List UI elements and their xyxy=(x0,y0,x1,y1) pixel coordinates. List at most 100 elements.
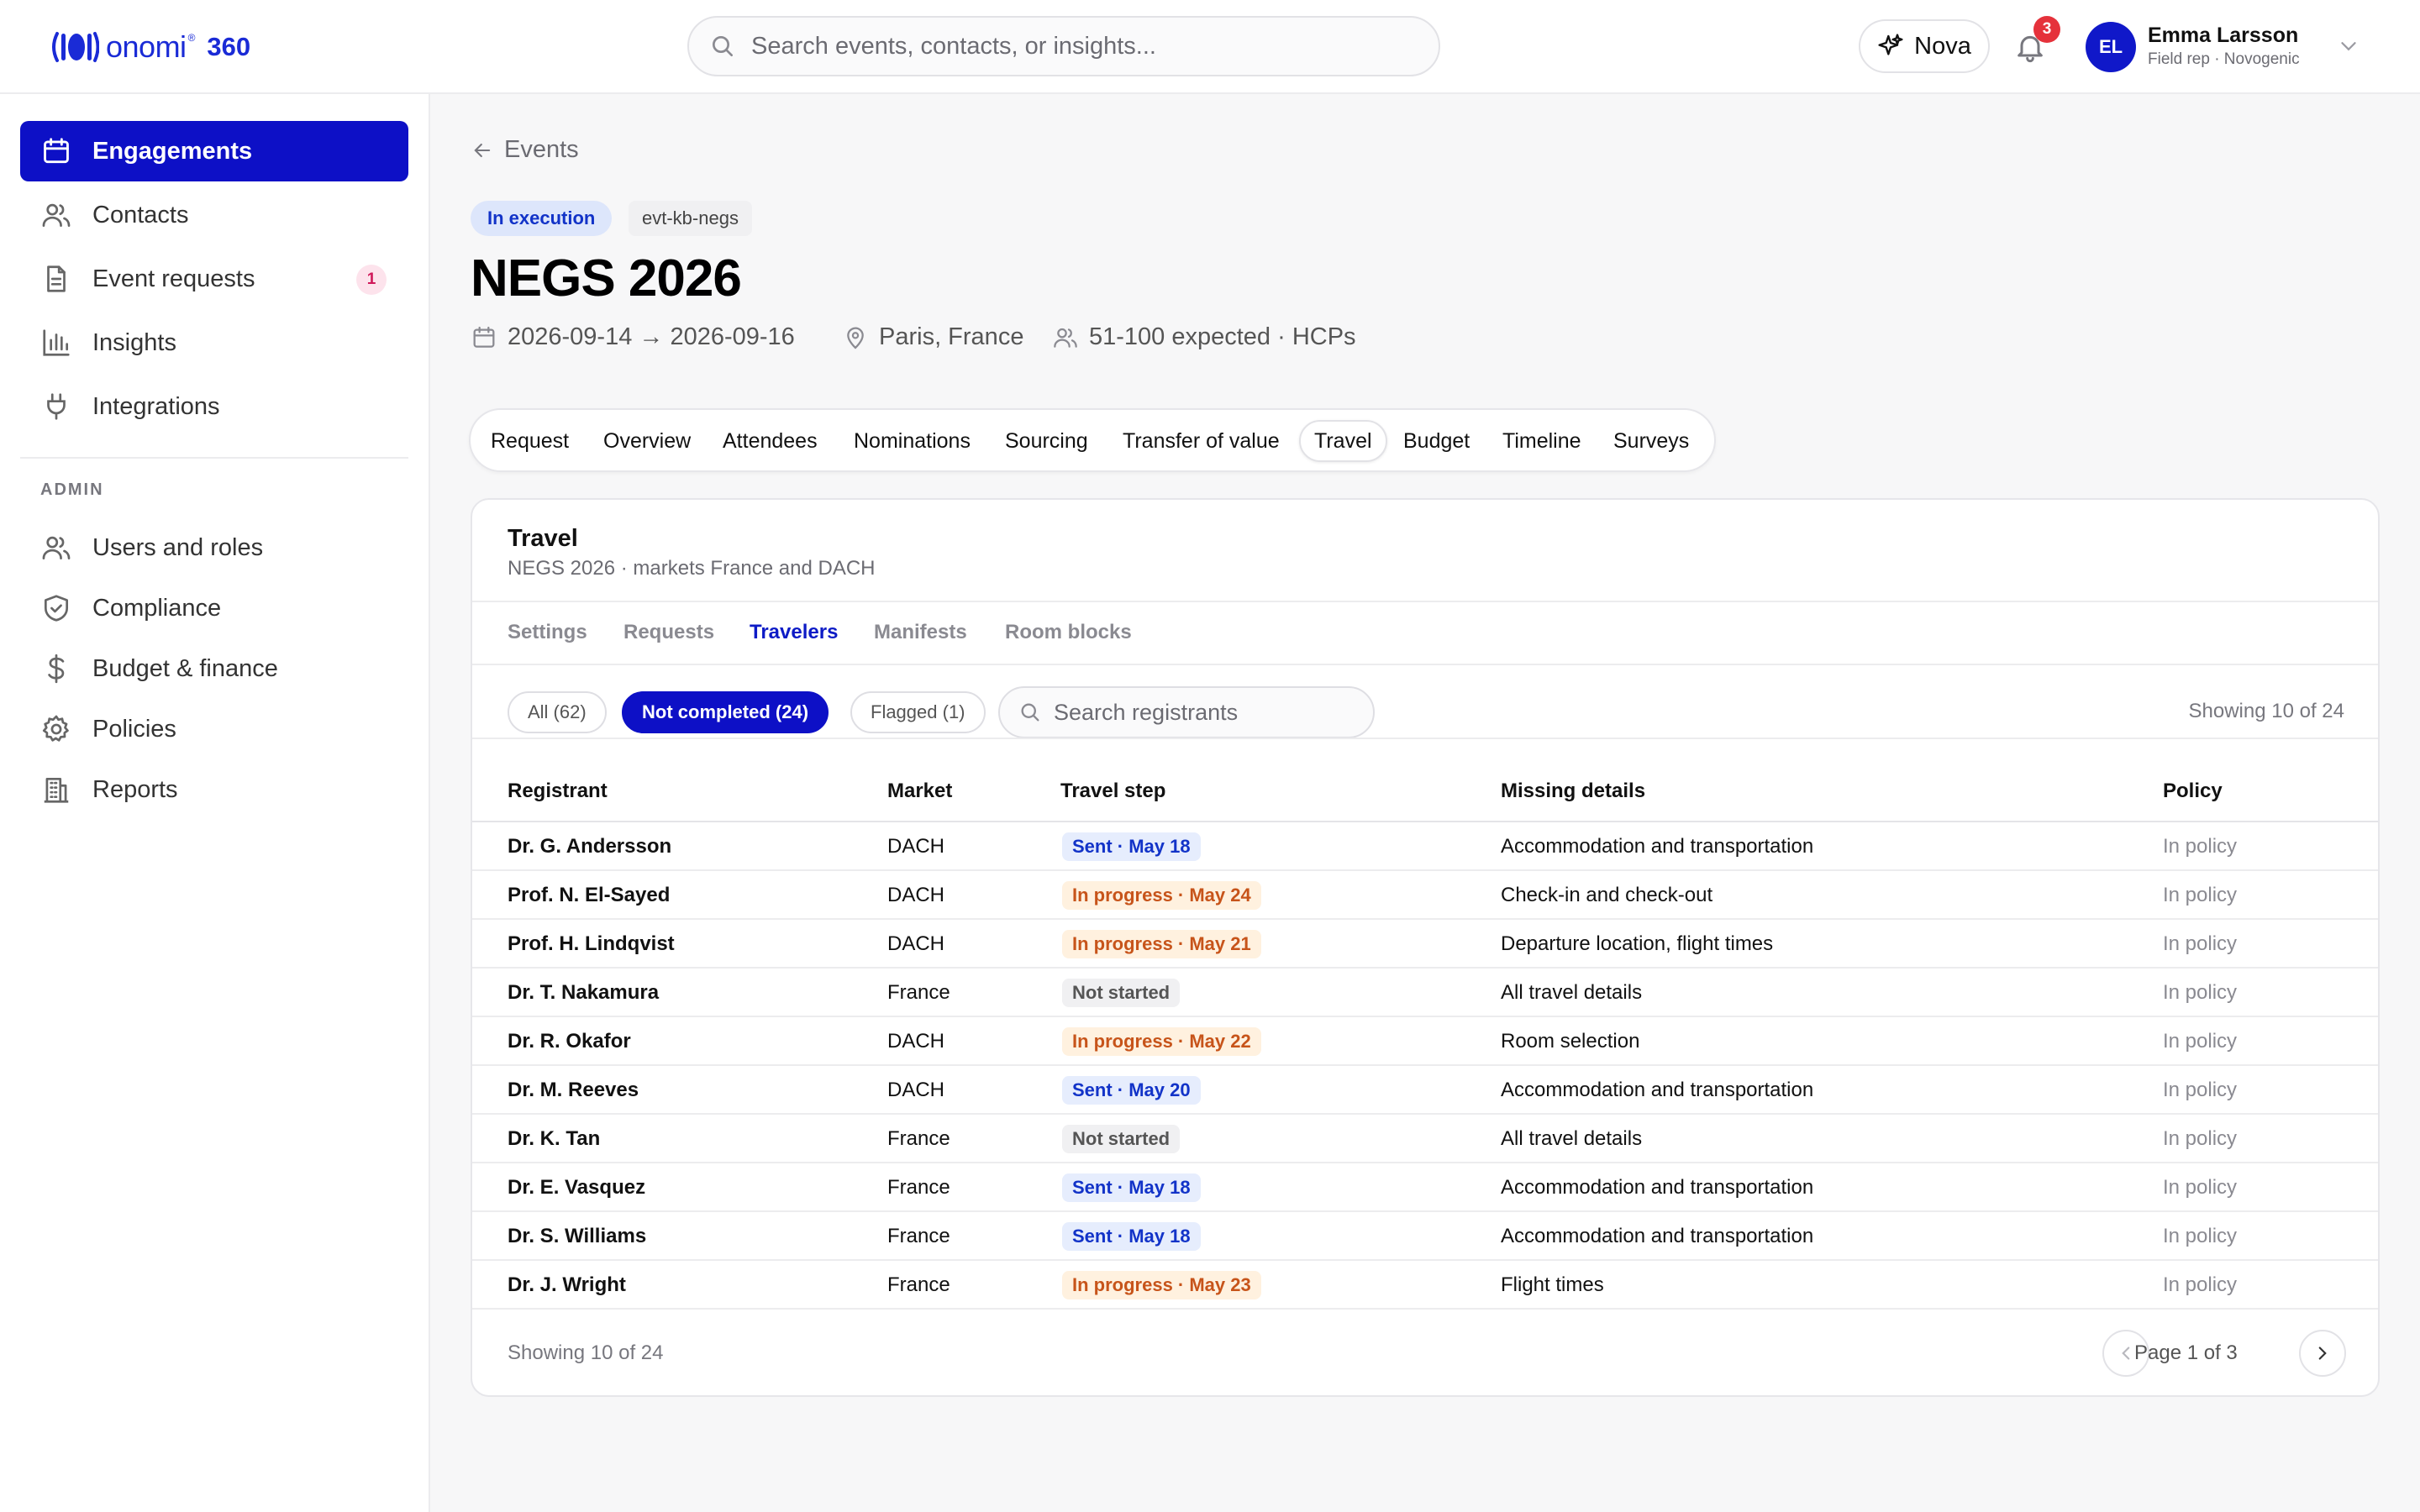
building-icon xyxy=(44,777,69,803)
global-search-input[interactable] xyxy=(751,32,1407,60)
user-avatar[interactable]: EL xyxy=(2086,22,2136,72)
registrant-name[interactable]: Dr. M. Reeves xyxy=(508,1079,639,1102)
tab-budget[interactable]: Budget xyxy=(1395,420,1478,462)
travel-card-subtitle: NEGS 2026 · markets France and DACH xyxy=(508,557,876,580)
next-page-button[interactable] xyxy=(2299,1330,2346,1377)
logo-mark-icon xyxy=(52,32,99,62)
table-row[interactable]: Dr. T. Nakamura France Not started All trav… xyxy=(472,969,2378,1017)
event-status-badge: In execution xyxy=(471,201,613,236)
registrant-name[interactable]: Dr. K. Tan xyxy=(508,1127,600,1151)
page-indicator: Page 1 of 3 xyxy=(2134,1341,2238,1364)
tab-sourcing[interactable]: Sourcing xyxy=(997,420,1097,462)
sidebar-item-label: Users and roles xyxy=(92,533,264,561)
event-location-text: Paris, France xyxy=(879,323,1024,350)
sidebar: Engagements Contacts Event requests 1 In… xyxy=(0,94,430,1512)
sidebar-item-engagements[interactable]: Engagements xyxy=(20,121,408,181)
document-icon xyxy=(47,265,66,292)
nova-assistant-button[interactable]: Nova xyxy=(1859,19,1990,73)
back-to-events-link[interactable]: Events xyxy=(471,136,579,164)
users-icon xyxy=(42,536,71,560)
map-pin-icon xyxy=(847,327,864,349)
shield-icon xyxy=(44,595,69,622)
missing-details: Accommodation and transportation xyxy=(1501,835,1814,858)
table-row[interactable]: Dr. E. Vasquez France Sent · May 18 Accommo… xyxy=(472,1163,2378,1212)
travel-step-badge: Not started xyxy=(1062,979,1181,1007)
tab-request[interactable]: Request xyxy=(482,420,577,462)
app-logo[interactable]: onomi ® 360 xyxy=(49,25,250,69)
tab-overview[interactable]: Overview xyxy=(595,420,699,462)
filter-flagged-chip[interactable]: Flagged (1) xyxy=(850,691,986,733)
table-row[interactable]: Dr. K. Tan France Not started All travel de… xyxy=(472,1115,2378,1163)
search-icon xyxy=(713,36,733,56)
event-dates: 2026-09-14 → 2026-09-16 xyxy=(471,323,795,351)
tab-attendees[interactable]: Attendees xyxy=(714,420,826,462)
registrant-name[interactable]: Dr. S. Williams xyxy=(508,1225,646,1248)
sidebar-item-budget-finance[interactable]: Budget & finance xyxy=(20,638,408,699)
tab-transfer-of-value[interactable]: Transfer of value xyxy=(1114,420,1288,462)
column-header-market[interactable]: Market xyxy=(887,780,952,803)
column-header-missing-details[interactable]: Missing details xyxy=(1501,780,1645,803)
table-row[interactable]: Dr. G. Andersson DACH Sent · May 18 Accommo… xyxy=(472,822,2378,871)
registrant-name[interactable]: Prof. N. El-Sayed xyxy=(508,884,670,907)
registrant-market: France xyxy=(887,1225,950,1247)
subtab-requests[interactable]: Requests xyxy=(623,621,714,644)
sidebar-item-label: Reports xyxy=(92,775,178,803)
column-header-registrant[interactable]: Registrant xyxy=(508,780,608,803)
tab-surveys[interactable]: Surveys xyxy=(1605,420,1697,462)
column-header-travel-step[interactable]: Travel step xyxy=(1060,780,1165,803)
subtab-room-blocks[interactable]: Room blocks xyxy=(1005,621,1132,644)
subtab-travelers[interactable]: Travelers xyxy=(750,621,838,644)
sidebar-item-label: Contacts xyxy=(92,201,189,228)
users-icon xyxy=(42,203,71,228)
tab-travel[interactable]: Travel xyxy=(1299,420,1387,462)
table-row[interactable]: Dr. R. Okafor DACH In progress · May 22 Roo… xyxy=(472,1017,2378,1066)
sidebar-item-users-and-roles[interactable]: Users and roles xyxy=(20,517,408,578)
tab-timeline[interactable]: Timeline xyxy=(1494,420,1590,462)
sidebar-item-contacts[interactable]: Contacts xyxy=(20,185,408,245)
registrant-market: France xyxy=(887,1176,950,1199)
policy-status: In policy xyxy=(2163,884,2238,906)
sidebar-item-insights[interactable]: Insights xyxy=(20,312,408,373)
calendar-icon xyxy=(473,326,495,348)
filter-not-completed-chip[interactable]: Not completed (24) xyxy=(622,691,829,733)
subtab-settings[interactable]: Settings xyxy=(508,621,587,644)
logo-registered-mark: ® xyxy=(187,32,196,44)
registrant-market: DACH xyxy=(887,1079,945,1101)
logo-word: onomi xyxy=(106,29,187,64)
registrant-name[interactable]: Prof. H. Lindqvist xyxy=(508,932,675,956)
sidebar-item-label: Insights xyxy=(92,328,176,356)
sidebar-item-policies[interactable]: Policies xyxy=(20,699,408,759)
table-row[interactable]: Dr. J. Wright France In progress · May 23 F… xyxy=(472,1261,2378,1310)
registrant-name[interactable]: Dr. R. Okafor xyxy=(508,1030,631,1053)
global-search[interactable] xyxy=(687,16,1440,76)
registrant-name[interactable]: Dr. G. Andersson xyxy=(508,835,671,858)
sidebar-item-label: Policies xyxy=(92,715,176,743)
registrant-search-input[interactable] xyxy=(1054,699,1356,726)
sidebar-item-event-requests[interactable]: Event requests 1 xyxy=(20,249,408,309)
sidebar-item-reports[interactable]: Reports xyxy=(20,759,408,820)
registrant-name[interactable]: Dr. T. Nakamura xyxy=(508,981,659,1005)
column-header-policy[interactable]: Policy xyxy=(2163,780,2223,803)
registrant-search[interactable] xyxy=(998,686,1375,738)
registrant-name[interactable]: Dr. J. Wright xyxy=(508,1273,626,1297)
chevron-down-icon[interactable] xyxy=(2336,34,2361,59)
user-name[interactable]: Emma Larsson xyxy=(2148,24,2298,48)
policy-status: In policy xyxy=(2163,981,2238,1004)
travel-step-badge: Sent · May 18 xyxy=(1062,832,1201,861)
registrant-name[interactable]: Dr. E. Vasquez xyxy=(508,1176,645,1200)
sidebar-item-compliance[interactable]: Compliance xyxy=(20,578,408,638)
tab-nominations[interactable]: Nominations xyxy=(845,420,979,462)
table-row[interactable]: Dr. S. Williams France Sent · May 18 Accomm… xyxy=(472,1212,2378,1261)
travel-step-badge: Sent · May 18 xyxy=(1062,1222,1201,1251)
table-row[interactable]: Dr. M. Reeves DACH Sent · May 20 Accommodat… xyxy=(472,1066,2378,1115)
bar-chart-icon xyxy=(43,329,70,356)
event-requests-count-badge: 1 xyxy=(356,265,387,295)
filter-all-chip[interactable]: All (62) xyxy=(508,691,607,733)
registrant-market: DACH xyxy=(887,884,945,906)
table-row[interactable]: Prof. H. Lindqvist DACH In progress · May … xyxy=(472,920,2378,969)
sidebar-item-integrations[interactable]: Integrations xyxy=(20,376,408,437)
registrant-market: DACH xyxy=(887,932,945,955)
subtab-manifests[interactable]: Manifests xyxy=(874,621,967,644)
sidebar-item-label: Compliance xyxy=(92,594,222,622)
table-row[interactable]: Prof. N. El-Sayed DACH In progress · May 2… xyxy=(472,871,2378,920)
